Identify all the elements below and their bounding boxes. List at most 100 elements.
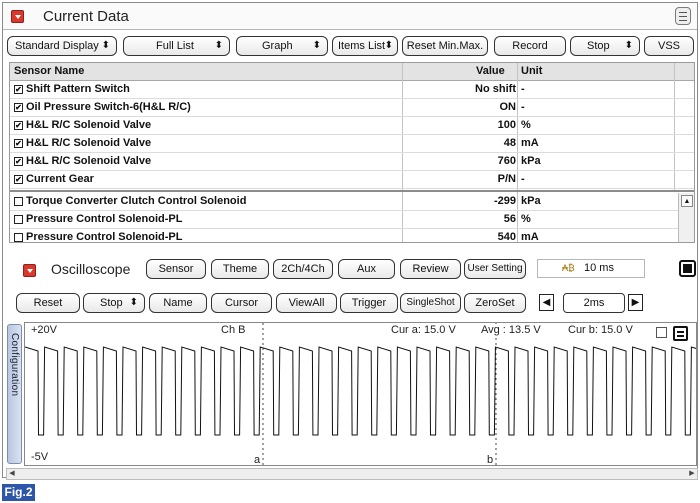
time-increase-icon[interactable]: ▶ [628, 294, 643, 311]
name-button[interactable]: Name [149, 293, 207, 313]
cursor-button[interactable]: Cursor [211, 293, 272, 313]
oscilloscope-collapse-icon[interactable] [23, 264, 36, 277]
trigger-button[interactable]: Trigger [340, 293, 398, 313]
stop-record-icon[interactable] [679, 260, 696, 277]
row-unit: - [521, 83, 525, 95]
row-sensor-name: H&L R/C Solenoid Valve [26, 155, 152, 167]
timebase-icon: ₳₿ [562, 263, 575, 273]
time-decrease-icon[interactable]: ◀ [539, 294, 554, 311]
sensor-table: Sensor Name Value Unit ✔ Shift Pattern S… [9, 62, 695, 243]
row-value: No shift [475, 83, 516, 95]
row-unit: kPa [521, 155, 541, 167]
table-row[interactable]: Pressure Control Solenoid-PL 540 mA [10, 229, 694, 243]
theme-button[interactable]: Theme [211, 259, 269, 279]
row-unit: - [521, 173, 525, 185]
collapse-icon[interactable] [11, 10, 24, 23]
row-value: 48 [503, 137, 516, 149]
reset-button[interactable]: Reset [16, 293, 80, 313]
zero-set-button[interactable]: ZeroSet [464, 293, 526, 313]
current-data-title: Current Data [43, 8, 129, 25]
app-window: Current Data Standard Display ⬍ Full Lis… [2, 2, 698, 480]
row-checkbox[interactable]: ✔ [14, 157, 23, 166]
cursor-b-marker[interactable]: b [487, 454, 493, 466]
2ch-4ch-button[interactable]: 2Ch/4Ch [273, 259, 333, 279]
single-shot-button[interactable]: SingleShot [400, 293, 461, 313]
menu-icon[interactable] [675, 7, 691, 25]
row-value: -299 [493, 195, 516, 207]
table-row[interactable]: Torque Converter Clutch Control Solenoid… [10, 193, 694, 211]
oscilloscope-title: Oscilloscope [51, 261, 131, 277]
select-arrow-icon: ⬍ [624, 40, 633, 51]
items-list-label: Items List [338, 40, 386, 52]
row-sensor-name: Shift Pattern Switch [26, 83, 130, 95]
row-value: P/N [497, 173, 516, 185]
items-list-select[interactable]: Items List ⬍ [332, 36, 398, 56]
standard-display-select[interactable]: Standard Display ⬍ [7, 36, 117, 56]
osc-stop-select[interactable]: Stop ⬍ [83, 293, 145, 313]
row-checkbox[interactable]: ✔ [14, 85, 23, 94]
row-checkbox[interactable]: ✔ [14, 121, 23, 130]
row-value: 100 [497, 119, 516, 131]
full-list-select[interactable]: Full List ⬍ [123, 36, 230, 56]
scroll-left-icon[interactable]: ◀ [7, 469, 17, 479]
select-arrow-icon: ⬍ [312, 40, 321, 51]
column-value[interactable]: Value [476, 65, 505, 77]
view-all-button[interactable]: ViewAll [276, 293, 337, 313]
table-row[interactable]: ✔ Current Gear P/N - [10, 171, 694, 189]
user-setting-button[interactable]: User Setting [464, 259, 526, 279]
table-row[interactable]: Pressure Control Solenoid-PL 56 % [10, 211, 694, 229]
row-checkbox[interactable]: ✔ [14, 175, 23, 184]
aux-button[interactable]: Aux [338, 259, 395, 279]
layout-icon[interactable] [673, 326, 688, 341]
row-value: 760 [497, 155, 516, 167]
graph-select[interactable]: Graph ⬍ [236, 36, 328, 56]
configuration-tab[interactable]: Configuration [7, 324, 22, 464]
waveform-trace [25, 346, 696, 436]
table-row[interactable]: ✔ H&L R/C Solenoid Valve 48 mA [10, 135, 694, 153]
horizontal-scrollbar[interactable]: ◀ ▶ [6, 468, 698, 480]
row-unit: mA [521, 231, 539, 243]
select-arrow-icon: ⬍ [101, 40, 110, 51]
column-sensor-name[interactable]: Sensor Name [14, 65, 84, 77]
table-row[interactable]: ✔ H&L R/C Solenoid Valve 100 % [10, 117, 694, 135]
sensor-button[interactable]: Sensor [146, 259, 206, 279]
row-value: ON [499, 101, 517, 113]
reset-min-max-button[interactable]: Reset Min.Max. [402, 36, 488, 56]
oscilloscope-display[interactable]: +20V -5V Ch B Cur a: 15.0 V Avg : 13.5 V… [24, 322, 697, 466]
row-sensor-name: Current Gear [26, 173, 94, 185]
row-checkbox[interactable] [14, 197, 23, 206]
select-arrow-icon: ⬍ [129, 297, 138, 308]
full-list-label: Full List [156, 40, 194, 52]
table-row[interactable]: ✔ Oil Pressure Switch-6(H&L R/C) ON - [10, 99, 694, 117]
column-unit[interactable]: Unit [521, 65, 542, 77]
channel-label: Ch B [221, 324, 246, 336]
display-checkbox[interactable] [656, 327, 667, 338]
scroll-up-icon[interactable]: ▲ [681, 195, 693, 207]
row-checkbox[interactable] [14, 215, 23, 224]
row-unit: kPa [521, 195, 541, 207]
row-checkbox[interactable]: ✔ [14, 139, 23, 148]
osc-stop-label: Stop [100, 297, 123, 309]
cursor-a-marker[interactable]: a [254, 454, 260, 466]
y-min-label: -5V [31, 451, 49, 463]
y-max-label: +20V [31, 324, 57, 336]
row-checkbox[interactable] [14, 233, 23, 242]
timebase-display: ₳₿ 10 ms [537, 259, 645, 278]
table-row[interactable]: ✔ Shift Pattern Switch No shift - [10, 81, 694, 99]
stop-select[interactable]: Stop ⬍ [570, 36, 640, 56]
row-checkbox[interactable]: ✔ [14, 103, 23, 112]
time-div-display: 2ms [563, 293, 625, 313]
pane-splitter[interactable] [10, 190, 694, 192]
table-row[interactable]: ✔ H&L R/C Solenoid Valve 760 kPa [10, 153, 694, 171]
table-scrollbar[interactable]: ▲ [678, 193, 694, 242]
review-button[interactable]: Review [400, 259, 461, 279]
row-unit: mA [521, 137, 539, 149]
row-unit: % [521, 119, 531, 131]
record-button[interactable]: Record [494, 36, 566, 56]
vss-button[interactable]: VSS [644, 36, 694, 56]
scroll-right-icon[interactable]: ▶ [687, 469, 697, 479]
cursor-a-readout: Cur a: 15.0 V [391, 324, 456, 336]
waveform-plot [25, 323, 696, 465]
row-sensor-name: Pressure Control Solenoid-PL [26, 213, 183, 225]
graph-label: Graph [262, 40, 293, 52]
